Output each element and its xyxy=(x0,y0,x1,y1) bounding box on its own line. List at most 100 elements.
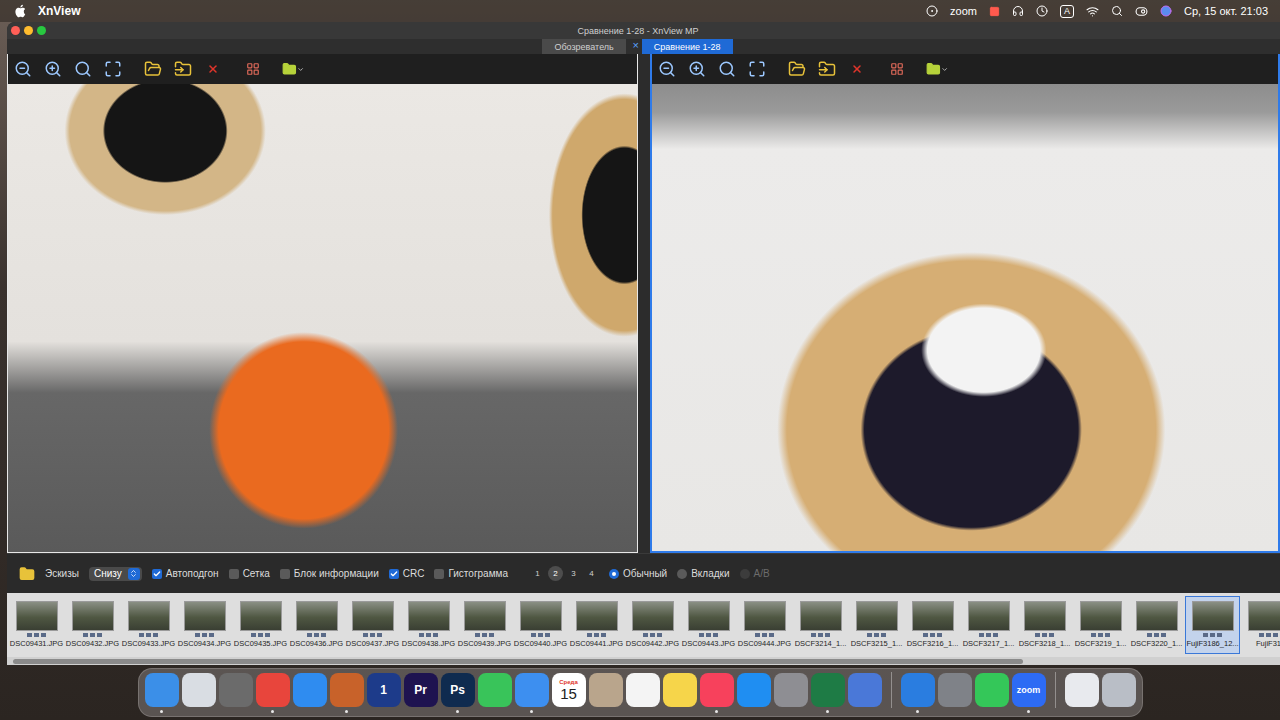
app-icon[interactable] xyxy=(1065,673,1099,707)
app-icon[interactable] xyxy=(478,673,512,707)
dock-item[interactable] xyxy=(663,673,697,713)
option-checkbox[interactable]: Сетка xyxy=(229,568,270,579)
app-icon[interactable] xyxy=(938,673,972,707)
input-source[interactable]: A xyxy=(1060,5,1074,18)
app-icon[interactable] xyxy=(219,673,253,707)
dock-item[interactable] xyxy=(1102,673,1136,713)
option-checkbox[interactable]: CRC xyxy=(389,568,425,579)
checkbox[interactable] xyxy=(389,569,399,579)
thumbnail[interactable]: DSC09444.JPG xyxy=(737,596,792,654)
delete-button[interactable] xyxy=(846,58,868,80)
open-button[interactable] xyxy=(786,58,808,80)
color-button[interactable] xyxy=(242,58,264,80)
thumbnail[interactable]: DSC09437.JPG xyxy=(345,596,400,654)
mode-radio[interactable]: Вкладки xyxy=(677,568,729,579)
dock-item[interactable] xyxy=(626,673,660,713)
thumbnail[interactable]: DSC09433.JPG xyxy=(121,596,176,654)
tab-close-button[interactable]: × xyxy=(630,39,642,51)
clock[interactable]: Ср, 15 окт. 21:03 xyxy=(1184,5,1268,17)
checkbox[interactable] xyxy=(280,569,290,579)
dock-item[interactable] xyxy=(293,673,327,713)
checkbox[interactable] xyxy=(434,569,444,579)
zoom-button[interactable] xyxy=(37,26,46,35)
app-icon[interactable] xyxy=(975,673,1009,707)
thumbnail[interactable]: DSCF3216_1... xyxy=(905,596,960,654)
compare-pane[interactable] xyxy=(650,54,1280,553)
dock-item[interactable]: 1 xyxy=(367,673,401,713)
control-center-icon[interactable] xyxy=(1135,5,1148,18)
thumbnail[interactable]: DSC09436.JPG xyxy=(289,596,344,654)
tab[interactable]: Обозреватель xyxy=(542,39,625,54)
dock-item[interactable] xyxy=(256,673,290,713)
layout-count-button[interactable]: 4 xyxy=(584,566,599,581)
layout-count-button[interactable]: 2 xyxy=(548,566,563,581)
dock-item[interactable] xyxy=(145,673,179,713)
app-icon[interactable] xyxy=(626,673,660,707)
siri-icon[interactable] xyxy=(1160,5,1172,17)
layout-count-button[interactable]: 3 xyxy=(566,566,581,581)
thumbnail[interactable]: FujiF31 xyxy=(1241,596,1280,654)
zoom-out-button[interactable] xyxy=(12,58,34,80)
thumbnail[interactable]: DSC09431.JPG xyxy=(9,596,64,654)
delete-button[interactable] xyxy=(202,58,224,80)
dock-item[interactable] xyxy=(901,673,935,713)
wifi-icon[interactable] xyxy=(1086,5,1099,18)
spotlight-icon[interactable] xyxy=(1111,5,1123,17)
thumbnail[interactable]: DSC09442.JPG xyxy=(625,596,680,654)
option-checkbox[interactable]: Блок информации xyxy=(280,568,379,579)
option-checkbox[interactable]: Автоподгон xyxy=(152,568,219,579)
folder-menu-button[interactable] xyxy=(282,58,304,80)
dock-item[interactable] xyxy=(219,673,253,713)
dock-item[interactable] xyxy=(700,673,734,713)
app-icon[interactable] xyxy=(589,673,623,707)
minimize-button[interactable] xyxy=(24,26,33,35)
folder-menu-button[interactable] xyxy=(926,58,948,80)
app-icon[interactable]: Среда15 xyxy=(552,673,586,707)
color-button[interactable] xyxy=(886,58,908,80)
app-icon[interactable] xyxy=(811,673,845,707)
time-machine-icon[interactable] xyxy=(1036,5,1048,17)
dock-item[interactable] xyxy=(774,673,808,713)
app-icon[interactable] xyxy=(145,673,179,707)
option-checkbox[interactable]: Гистограмма xyxy=(434,568,508,579)
app-icon[interactable] xyxy=(515,673,549,707)
dock-item[interactable] xyxy=(1065,673,1099,713)
thumbnail[interactable]: DSC09438.JPG xyxy=(401,596,456,654)
zoom-button[interactable] xyxy=(72,58,94,80)
dock-item[interactable] xyxy=(737,673,771,713)
thumbnail[interactable]: DSCF3217_1... xyxy=(961,596,1016,654)
thumbnail[interactable]: DSC09435.JPG xyxy=(233,596,288,654)
dock-item[interactable]: Среда15 xyxy=(552,673,586,713)
scrollbar[interactable] xyxy=(7,657,1280,665)
dock-item[interactable]: Pr xyxy=(404,673,438,713)
app-icon[interactable]: zoom xyxy=(1012,673,1046,707)
zoom-status[interactable]: zoom xyxy=(950,5,977,17)
folder-icon[interactable] xyxy=(19,566,35,582)
dock-item[interactable] xyxy=(975,673,1009,713)
app-menu[interactable]: XnView xyxy=(38,4,80,18)
mode-radio[interactable]: Обычный xyxy=(609,568,667,579)
record-icon[interactable] xyxy=(926,5,938,17)
app-icon[interactable] xyxy=(737,673,771,707)
thumbnail[interactable]: DSC09440.JPG xyxy=(513,596,568,654)
thumbnail[interactable]: DSC09441.JPG xyxy=(569,596,624,654)
thumbnail[interactable]: DSC09443.JPG xyxy=(681,596,736,654)
zoom-in-button[interactable] xyxy=(686,58,708,80)
screen-share-icon[interactable] xyxy=(989,6,1000,17)
dock-item[interactable]: zoom xyxy=(1012,673,1046,713)
app-icon[interactable] xyxy=(663,673,697,707)
dock-item[interactable] xyxy=(848,673,882,713)
app-icon[interactable] xyxy=(901,673,935,707)
app-icon[interactable] xyxy=(293,673,327,707)
dock-item[interactable] xyxy=(515,673,549,713)
tab[interactable]: Сравнение 1-28 xyxy=(642,39,733,54)
app-icon[interactable] xyxy=(182,673,216,707)
app-icon[interactable] xyxy=(256,673,290,707)
dock-item[interactable] xyxy=(478,673,512,713)
dock-item[interactable] xyxy=(811,673,845,713)
dock-item[interactable]: Ps xyxy=(441,673,475,713)
thumbnail[interactable]: DSCF3219_1... xyxy=(1073,596,1128,654)
dock-item[interactable] xyxy=(938,673,972,713)
app-icon[interactable] xyxy=(848,673,882,707)
thumbnail[interactable]: DSCF3215_1... xyxy=(849,596,904,654)
